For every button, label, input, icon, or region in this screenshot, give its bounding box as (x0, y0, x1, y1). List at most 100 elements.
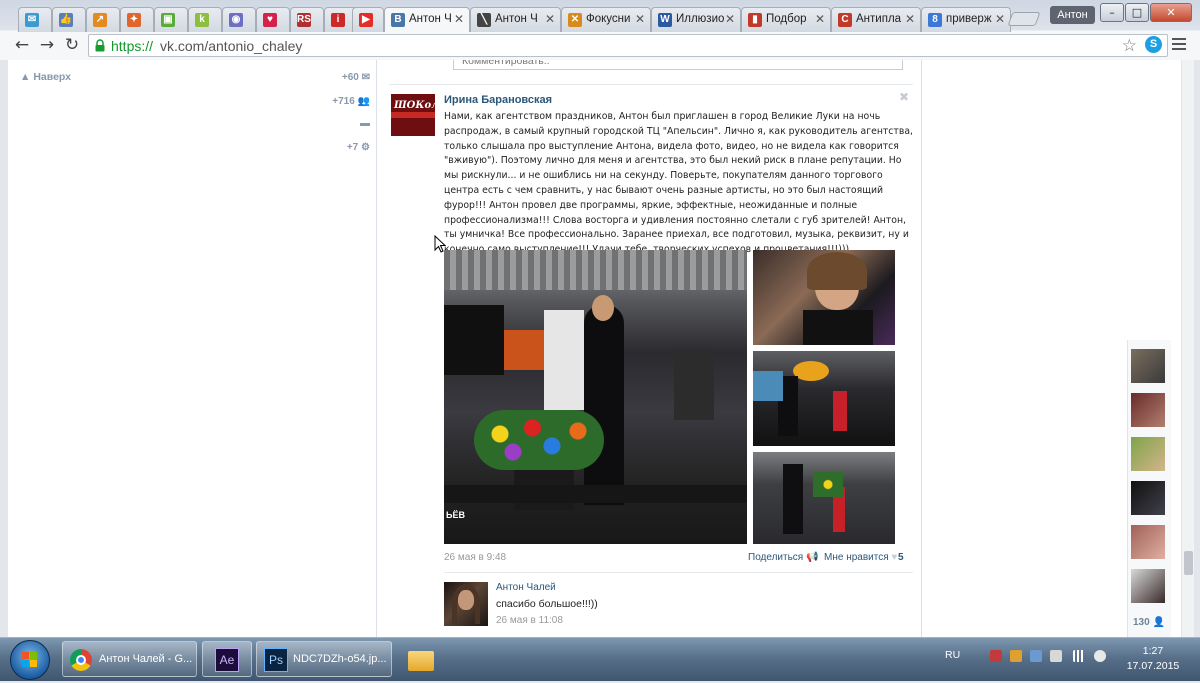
share-icon: 📢 (806, 552, 819, 563)
bookmark-star-icon[interactable]: ☆ (1122, 36, 1137, 56)
scrollbar-thumb[interactable] (1184, 551, 1193, 575)
start-button[interactable] (10, 640, 50, 680)
menu-icon[interactable] (1172, 38, 1186, 52)
friend-avatar[interactable] (1131, 437, 1165, 471)
taskbar-chrome[interactable]: Антон Чалей - G... (62, 641, 197, 677)
taskbar-explorer[interactable] (396, 641, 446, 677)
browser-tab[interactable]: ♥ (256, 7, 290, 32)
photo-small-1[interactable] (753, 250, 895, 345)
scroll-to-top-button[interactable]: ▲ Наверх (20, 71, 71, 83)
browser-tab[interactable]: В Антон Ч ✕ (384, 7, 470, 32)
tab-close-icon[interactable]: ✕ (635, 12, 645, 26)
tab-favicon-icon: k (195, 13, 209, 27)
taskbar-after-effects[interactable]: Ae (202, 641, 252, 677)
post-author[interactable]: Ирина Барановская (444, 94, 552, 106)
maximize-button[interactable]: □ (1125, 3, 1149, 22)
author-avatar[interactable]: ШОКолад (391, 94, 435, 136)
language-indicator[interactable]: RU (945, 649, 960, 661)
url-scheme: https:// (111, 38, 154, 54)
clock[interactable]: 1:27 17.07.2015 (1118, 644, 1188, 674)
comment-input[interactable]: Комментировать.. (453, 60, 903, 70)
browser-tab[interactable]: ╲ Антон Ч ✕ (470, 7, 561, 32)
browser-tab[interactable]: ✉ (18, 7, 52, 32)
like-button[interactable]: Мне нравится ♥ (824, 552, 897, 563)
photo-small-3[interactable] (753, 452, 895, 544)
settings-counter[interactable]: +7 ⚙ (347, 142, 370, 153)
tray-app-icon[interactable] (1050, 650, 1062, 662)
friends-online-count[interactable]: 130 👤 (1133, 617, 1165, 628)
address-bar[interactable]: https:// vk.com/antonio_chaley ☆ (88, 34, 1168, 57)
tab-favicon-icon: ▣ (161, 13, 175, 27)
tab-close-icon[interactable]: ✕ (725, 12, 735, 26)
new-tab-button[interactable] (1007, 12, 1041, 26)
column-divider (376, 60, 377, 637)
messages-counter[interactable]: +60 ✉ (342, 72, 370, 83)
flag-icon[interactable] (990, 650, 1002, 662)
tab-title: Иллюзио (676, 13, 725, 25)
browser-tab[interactable]: ▶ (352, 7, 384, 32)
tab-close-icon[interactable]: ✕ (454, 12, 464, 26)
browser-tab[interactable]: W Иллюзио ✕ (651, 7, 741, 32)
reply-author[interactable]: Антон Чалей (496, 582, 556, 593)
tab-close-icon[interactable]: ✕ (995, 12, 1005, 26)
tab-close-icon[interactable]: ✕ (545, 12, 555, 26)
browser-tab[interactable]: ✦ (120, 7, 154, 32)
browser-tab[interactable]: RS (290, 7, 324, 32)
post-text: Нами, как агентством праздников, Антон б… (444, 111, 913, 255)
skype-extension-icon[interactable]: S (1145, 36, 1162, 53)
tab-favicon-icon: ▶ (359, 13, 373, 27)
tray-app-icon[interactable] (1030, 650, 1042, 662)
back-icon[interactable]: ← (12, 35, 32, 55)
tab-favicon-icon: 👍 (59, 13, 73, 27)
forward-icon[interactable]: → (37, 35, 57, 55)
browser-tab[interactable]: ✕ Фокусни ✕ (561, 7, 651, 32)
avatar-logo: ШОКолад (394, 100, 435, 111)
page-viewport: ▲ Наверх +60 ✉ +716 👥 ▬ +7 ⚙ Комментиров… (8, 60, 1194, 637)
tab-close-icon[interactable]: ✕ (815, 12, 825, 26)
reply-avatar[interactable] (444, 582, 488, 626)
friend-avatar[interactable] (1131, 569, 1165, 603)
photo-large[interactable]: ЬЁВ (444, 250, 747, 544)
browser-tab[interactable]: C Антипла ✕ (831, 7, 921, 32)
taskbar-photoshop[interactable]: Ps NDC7DZh-o54.jp... (256, 641, 392, 677)
friend-avatar[interactable] (1131, 349, 1165, 383)
volume-icon[interactable] (1094, 650, 1106, 662)
network-icon[interactable] (1073, 650, 1085, 662)
friends-counter[interactable]: +716 👥 (332, 96, 370, 107)
tab-title: приверж (946, 13, 992, 25)
tab-strip: ✉ 👍 ↗ ✦ ▣ k ◉ ♥ RS i ▶ В Антон Ч ✕ ╲ Антон Ч ✕ ✕ Фокусни ✕ W… (0, 4, 1090, 32)
share-button[interactable]: Поделиться 📢 (748, 552, 818, 563)
mail-icon: ✉ (361, 72, 370, 83)
browser-tab[interactable]: 👍 (52, 7, 86, 32)
browser-tab[interactable]: ▮ Подбор ✕ (741, 7, 831, 32)
tab-close-icon[interactable]: ✕ (905, 12, 915, 26)
gear-icon: ⚙ (361, 142, 370, 153)
toolbar: ← → ↻ https:// vk.com/antonio_chaley ☆ (0, 32, 1200, 60)
browser-tab[interactable]: ▣ (154, 7, 188, 32)
friend-avatar[interactable] (1131, 393, 1165, 427)
close-window-button[interactable]: ✕ (1150, 3, 1192, 22)
after-effects-icon: Ae (215, 648, 239, 672)
browser-tab[interactable]: k (188, 7, 222, 32)
profile-button[interactable]: Антон (1050, 6, 1095, 24)
browser-tab[interactable]: 8 приверж ✕ (921, 7, 1011, 32)
tab-favicon-icon: 8 (928, 13, 942, 27)
tab-favicon-icon: ◉ (229, 13, 243, 27)
browser-tab[interactable]: ↗ (86, 7, 120, 32)
messages-count: +60 (341, 72, 359, 83)
comments-counter[interactable]: ▬ (360, 118, 370, 129)
friend-avatar[interactable] (1131, 481, 1165, 515)
taskbar-label: Антон Чалей - G... (99, 653, 193, 665)
tab-favicon-icon: ♥ (263, 13, 277, 27)
close-icon[interactable]: ✖ (899, 90, 909, 104)
post-time[interactable]: 26 мая в 9:48 (444, 552, 506, 563)
reply-time[interactable]: 26 мая в 11:08 (496, 615, 563, 626)
browser-tab[interactable]: ◉ (222, 7, 256, 32)
tray-app-icon[interactable] (1010, 650, 1022, 662)
wall-post: Комментировать.. ШОКолад Ирина Барановск… (389, 60, 921, 637)
photo-small-2[interactable] (753, 351, 895, 446)
reload-icon[interactable]: ↻ (62, 35, 82, 55)
vertical-scrollbar[interactable] (1181, 60, 1194, 637)
minimize-button[interactable]: – (1100, 3, 1124, 22)
friend-avatar[interactable] (1131, 525, 1165, 559)
